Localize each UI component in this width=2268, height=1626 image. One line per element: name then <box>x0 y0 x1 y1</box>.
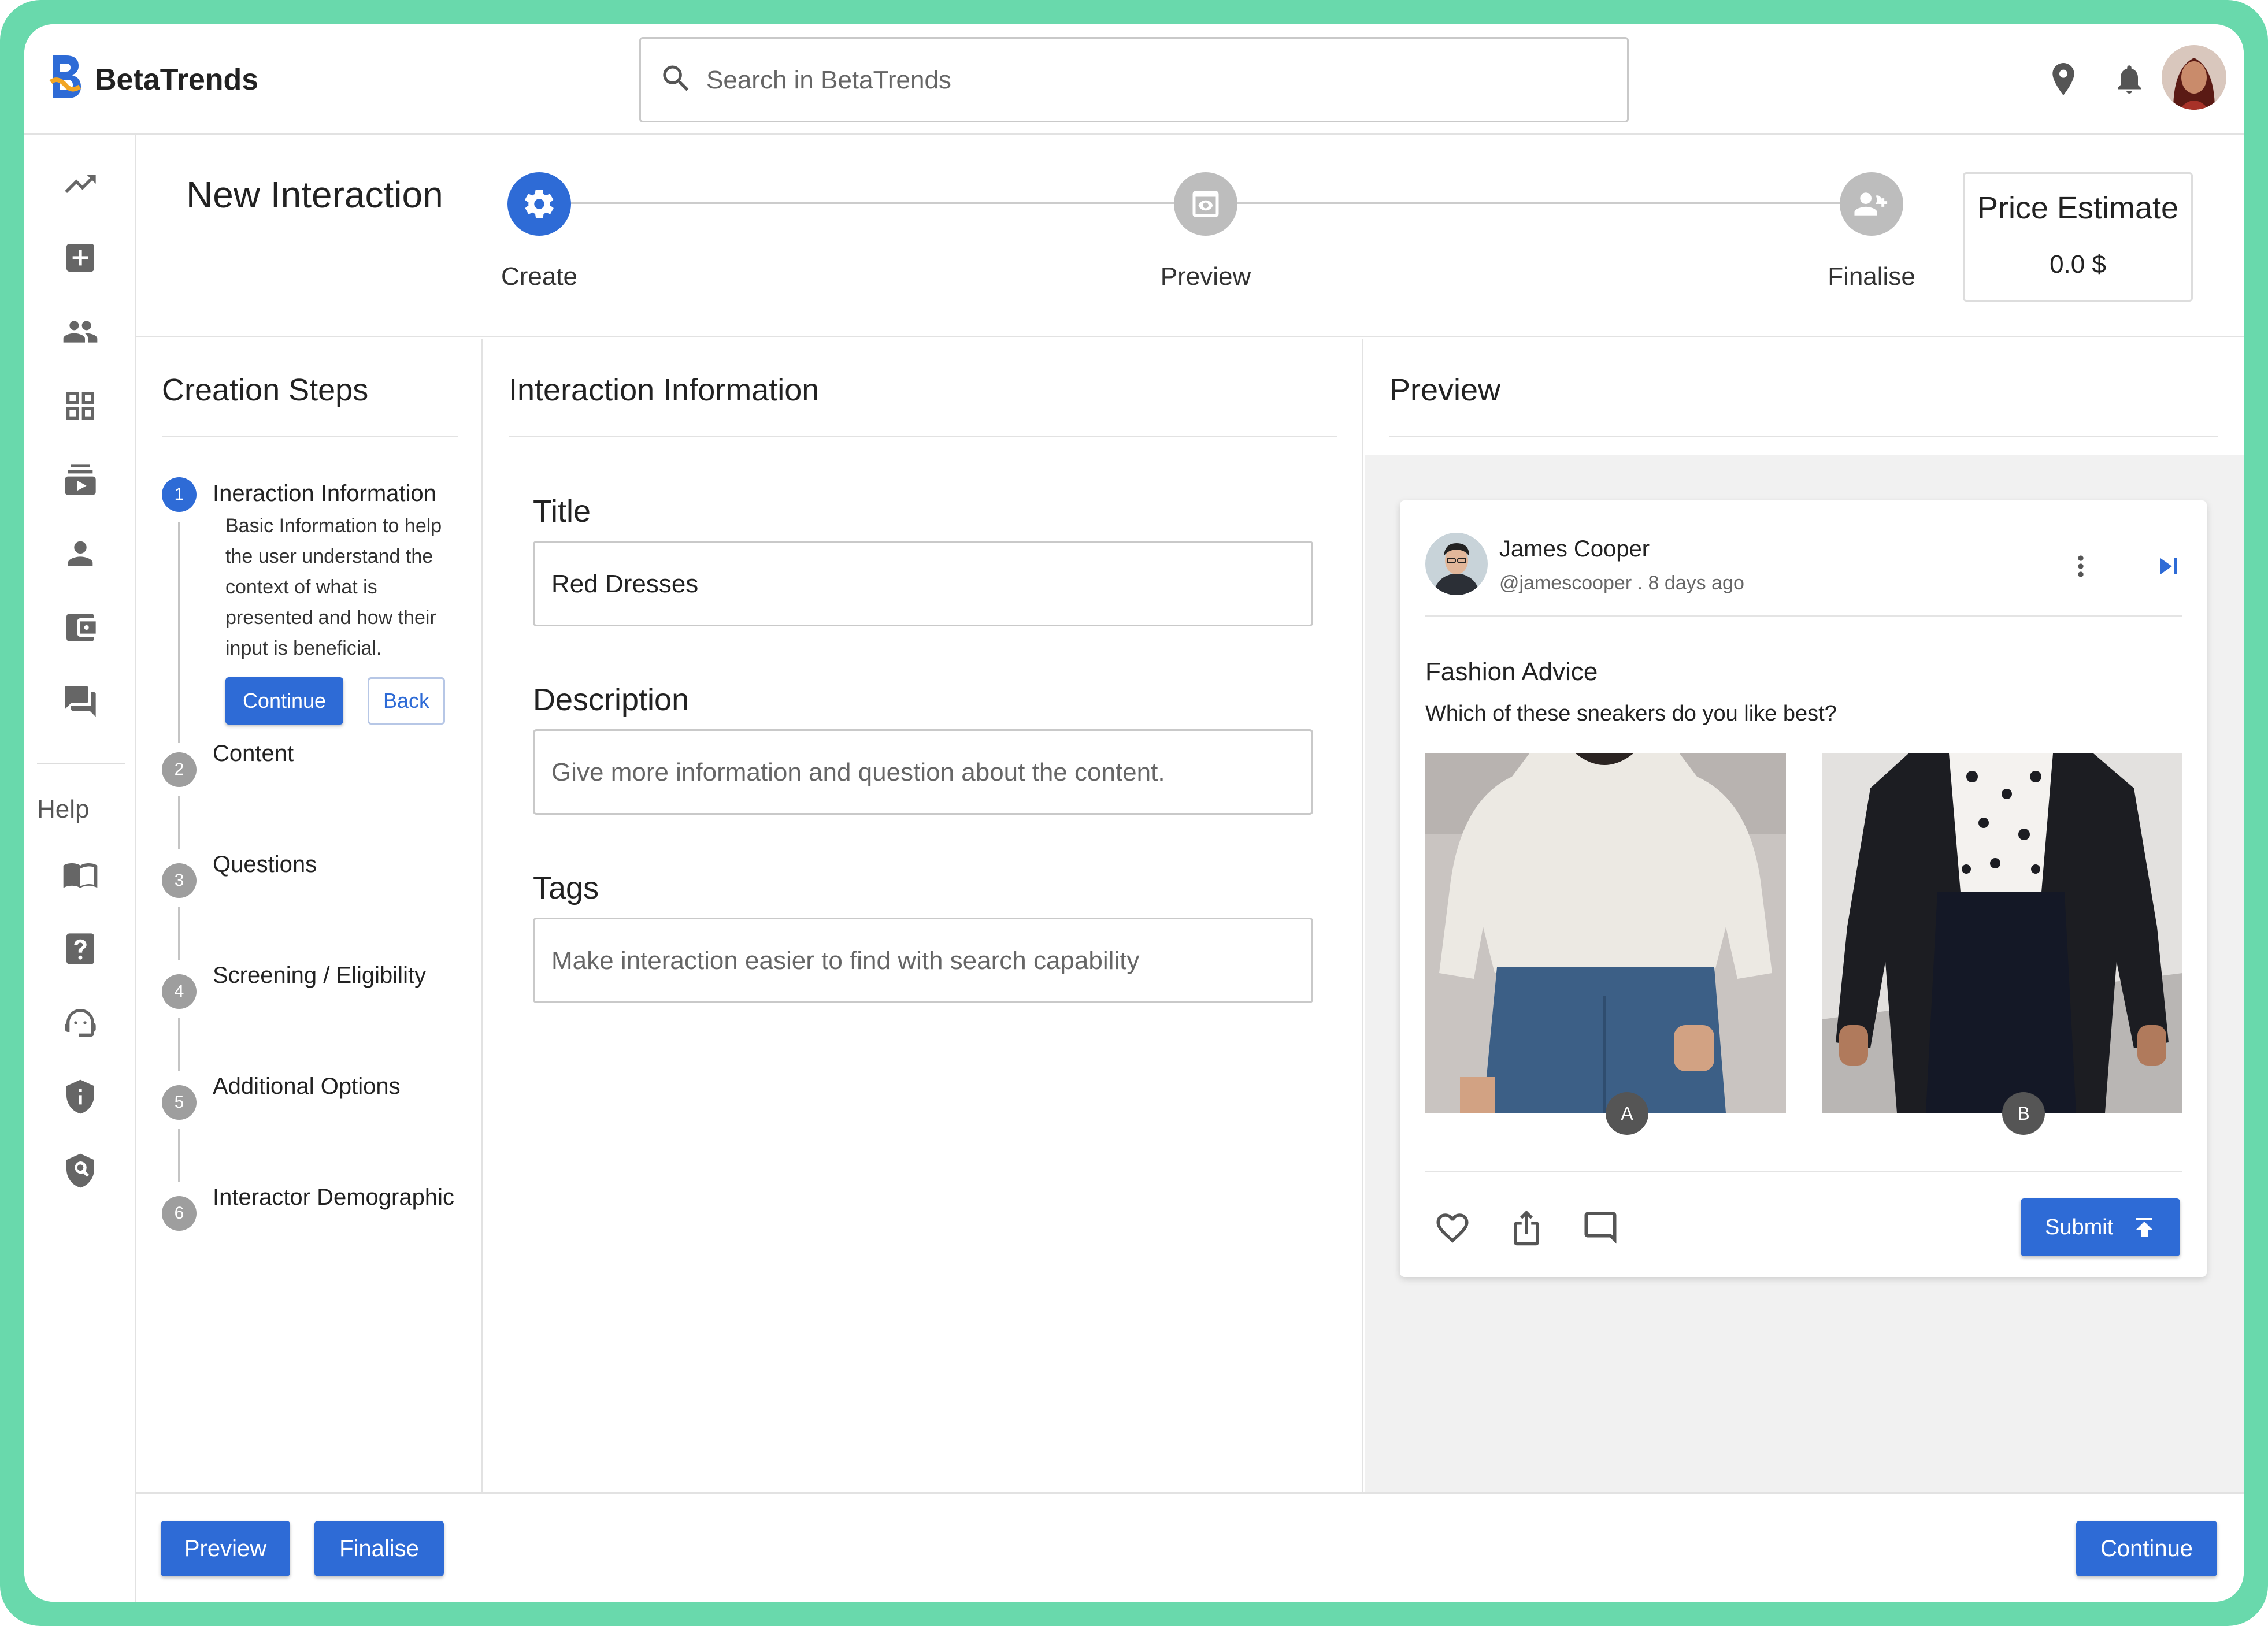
privacy-shield-icon[interactable] <box>62 1078 99 1115</box>
group-add-icon <box>1854 192 1888 216</box>
search-placeholder: Search in BetaTrends <box>706 66 951 94</box>
submit-button[interactable]: Submit <box>2021 1198 2180 1256</box>
interaction-information-heading: Interaction Information <box>509 373 820 407</box>
more-vert-icon[interactable] <box>2065 550 2097 582</box>
tags-label: Tags <box>533 871 599 905</box>
post-title: Fashion Advice <box>1425 658 1598 686</box>
interaction-information-panel <box>485 339 1363 1492</box>
step-item-interactor-demographic[interactable]: Interactor Demographic <box>213 1185 454 1211</box>
heading-divider <box>1389 436 2218 437</box>
dashboard-icon[interactable] <box>62 387 99 424</box>
title-field-value: Red Dresses <box>551 570 699 598</box>
step-back-button[interactable]: Back <box>368 677 445 725</box>
submit-button-label: Submit <box>2045 1215 2114 1239</box>
description-placeholder: Give more information and question about… <box>551 758 1165 786</box>
step-item-content[interactable]: Content <box>213 741 294 767</box>
footer-preview-button[interactable]: Preview <box>161 1521 290 1576</box>
share-icon[interactable] <box>1507 1209 1546 1247</box>
footer-finalise-button[interactable]: Finalise <box>314 1521 444 1576</box>
footer-continue-button[interactable]: Continue <box>2076 1521 2217 1576</box>
like-heart-icon[interactable] <box>1433 1209 1472 1247</box>
step-connector <box>178 1129 180 1182</box>
app-window: BetaTrends Search in BetaTrends Help New… <box>24 24 2244 1602</box>
step-number-2[interactable]: 2 <box>162 752 197 787</box>
footer-bar <box>136 1492 2244 1602</box>
option-b-image[interactable] <box>1822 753 2182 1113</box>
post-author[interactable]: James Cooper <box>1499 536 1650 562</box>
book-icon[interactable] <box>62 856 99 893</box>
app-frame: BetaTrends Search in BetaTrends Help New… <box>0 0 2268 1626</box>
gear-icon <box>525 190 554 218</box>
preview-eye-icon <box>1192 191 1219 217</box>
publish-icon <box>2136 1218 2152 1237</box>
step-number-6[interactable]: 6 <box>162 1196 197 1231</box>
search-icon <box>659 61 694 96</box>
post-question: Which of these sneakers do you like best… <box>1425 701 1837 726</box>
step-connector <box>178 796 180 849</box>
option-a-badge[interactable]: A <box>1606 1092 1648 1135</box>
card-divider <box>1425 1171 2182 1172</box>
step-item-screening-eligibility[interactable]: Screening / Eligibility <box>213 963 426 989</box>
brand-logo-icon[interactable] <box>49 53 83 102</box>
interaction-header <box>136 135 2244 337</box>
step-continue-button[interactable]: Continue <box>225 677 343 725</box>
stepper-preview[interactable] <box>1174 172 1237 236</box>
heading-divider <box>509 436 1337 437</box>
wallet-icon[interactable] <box>62 609 99 646</box>
card-divider <box>1425 615 2182 617</box>
step-connector <box>178 1018 180 1071</box>
stepper-connector <box>1231 202 1865 204</box>
stepper-finalise-label: Finalise <box>1828 262 1915 291</box>
step-item-interaction-information[interactable]: Ineraction Information <box>213 481 436 507</box>
location-pin-icon[interactable] <box>2047 60 2080 98</box>
step-number-3[interactable]: 3 <box>162 863 197 898</box>
sidebar-divider <box>37 763 125 764</box>
user-avatar[interactable] <box>2162 45 2226 110</box>
people-icon[interactable] <box>62 313 99 350</box>
page-title: New Interaction <box>186 174 443 216</box>
subscriptions-icon[interactable] <box>62 461 99 498</box>
stepper-create-label: Create <box>501 262 578 291</box>
support-agent-icon[interactable] <box>62 1004 99 1041</box>
skip-next-icon[interactable] <box>2152 550 2185 582</box>
price-estimate-title: Price Estimate <box>1977 191 2179 225</box>
comment-icon[interactable] <box>1581 1209 1620 1247</box>
step-number-4[interactable]: 4 <box>162 974 197 1009</box>
step-number-1[interactable]: 1 <box>162 477 197 512</box>
stepper-preview-label: Preview <box>1160 262 1251 291</box>
step-connector <box>178 522 180 743</box>
step-item-additional-options[interactable]: Additional Options <box>213 1074 401 1100</box>
step-description: Basic Information to help the user under… <box>225 515 442 659</box>
post-handle: @jamescooper . 8 days ago <box>1499 572 1744 594</box>
person-icon[interactable] <box>62 535 99 572</box>
trending-icon[interactable] <box>62 165 99 202</box>
author-avatar <box>1425 533 1488 595</box>
heading-divider <box>162 436 458 437</box>
help-label: Help <box>37 795 90 823</box>
option-b-badge[interactable]: B <box>2002 1092 2045 1135</box>
tags-placeholder: Make interaction easier to find with sea… <box>551 946 1140 975</box>
step-item-questions[interactable]: Questions <box>213 852 317 878</box>
add-box-icon[interactable] <box>62 239 99 276</box>
preview-heading: Preview <box>1389 373 1501 407</box>
step-connector <box>178 907 180 960</box>
description-label: Description <box>533 682 690 717</box>
help-icon[interactable] <box>62 930 99 967</box>
notification-bell-icon[interactable] <box>2112 61 2147 97</box>
title-label: Title <box>533 494 591 529</box>
forum-icon[interactable] <box>62 683 99 720</box>
price-estimate-card: Price Estimate 0.0 $ <box>1963 172 2193 302</box>
stepper-connector <box>565 202 1200 204</box>
price-estimate-value: 0.0 $ <box>2050 250 2106 279</box>
stepper-finalise[interactable] <box>1840 172 1903 236</box>
step-number-5[interactable]: 5 <box>162 1085 197 1120</box>
creation-steps-heading: Creation Steps <box>162 373 369 407</box>
option-a-image[interactable] <box>1425 753 1786 1113</box>
brand-name: BetaTrends <box>95 63 259 96</box>
stepper-create[interactable] <box>507 172 571 236</box>
security-search-icon[interactable] <box>62 1152 99 1189</box>
